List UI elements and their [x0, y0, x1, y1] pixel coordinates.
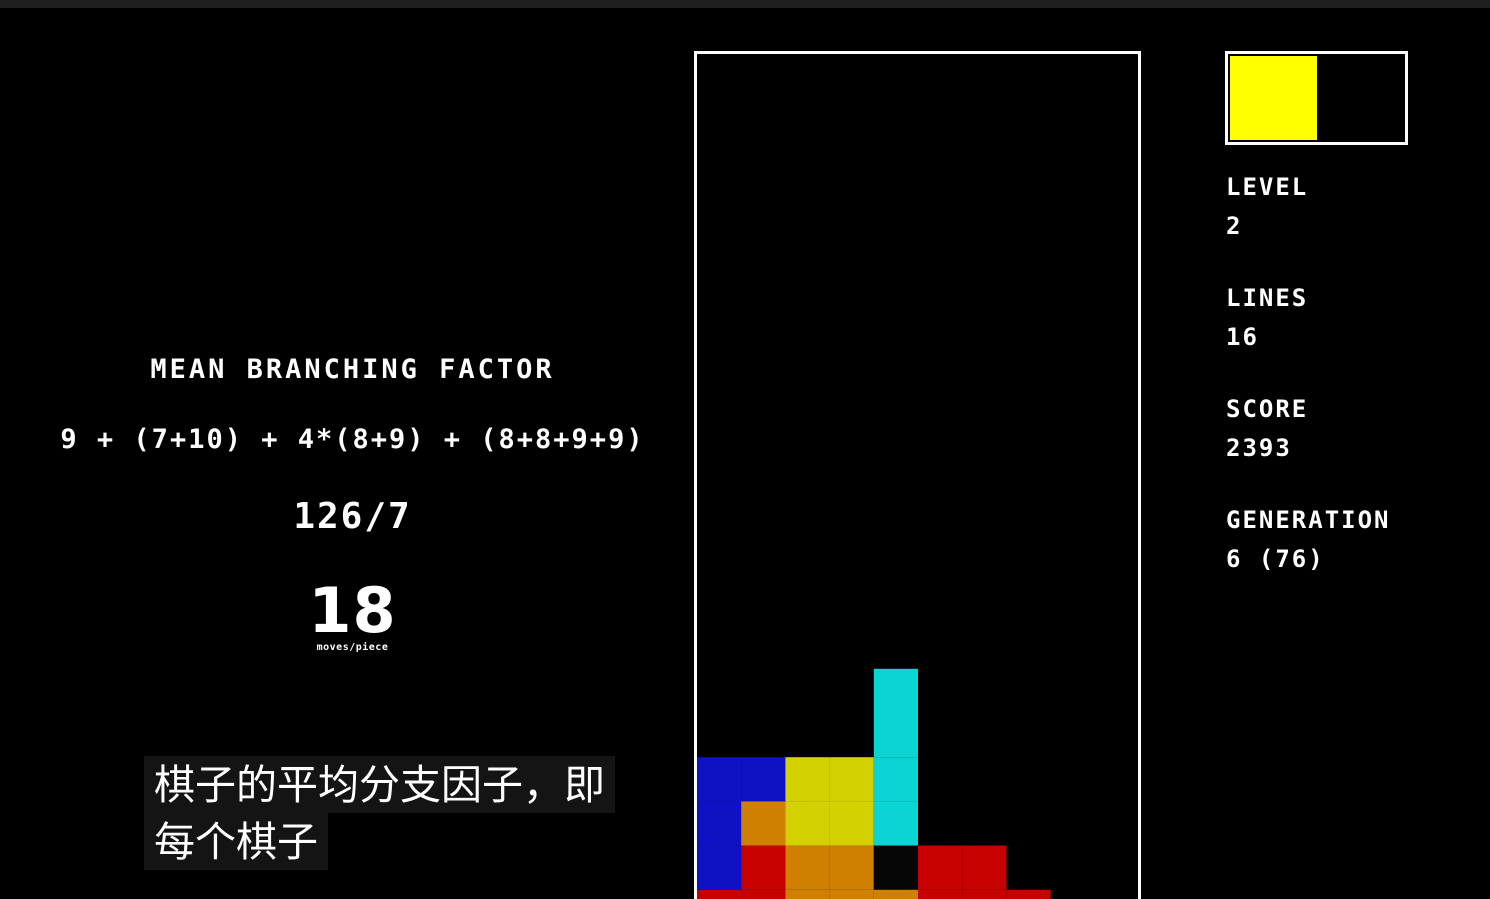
level-value: 2	[1226, 212, 1243, 240]
tetris-board	[694, 51, 1141, 899]
score-value: 2393	[1226, 434, 1292, 462]
board-cell-red	[1006, 889, 1051, 899]
board-cell-cyan	[873, 801, 918, 846]
board-cell-blue	[697, 845, 742, 890]
board-cell-cyan	[873, 757, 918, 802]
board-cell-cyan	[873, 713, 918, 758]
board-cell-orange	[785, 889, 830, 899]
board-cell-yellow	[785, 801, 830, 846]
branching-factor-result: 18	[308, 574, 397, 647]
generation-value: 6 (76)	[1226, 545, 1325, 573]
lines-value: 16	[1226, 323, 1259, 351]
board-cell-orange	[829, 845, 874, 890]
board-cell-red	[962, 845, 1007, 890]
board-cell-yellow	[829, 801, 874, 846]
subtitle-line-1: 棋子的平均分支因子，即	[144, 756, 615, 813]
level-label: LEVEL	[1226, 173, 1309, 201]
board-cell-orange	[741, 801, 786, 846]
branching-factor-title: MEAN BRANCHING FACTOR	[150, 354, 555, 385]
board-cell-blue	[741, 757, 786, 802]
board-cell-red	[962, 889, 1007, 899]
board-cell-red	[741, 845, 786, 890]
board-cell-orange	[785, 845, 830, 890]
subtitle: 棋子的平均分支因子，即 每个棋子	[144, 756, 644, 870]
board-cell-blue	[697, 757, 742, 802]
board-cells	[697, 668, 1051, 899]
board-cell-yellow	[829, 757, 874, 802]
board-cell-cyan	[873, 668, 918, 713]
next-piece-block	[1230, 56, 1317, 140]
score-label: SCORE	[1226, 395, 1309, 423]
generation-label: GENERATION	[1226, 506, 1391, 534]
board-cell-yellow	[785, 757, 830, 802]
board-cell-red	[918, 845, 963, 890]
branching-factor-fraction: 126/7	[293, 496, 412, 537]
board-cell-orange	[873, 889, 918, 899]
game-screen: MEAN BRANCHING FACTOR 9 + (7+10) + 4*(8+…	[0, 0, 1490, 899]
lines-label: LINES	[1226, 284, 1309, 312]
next-piece-box	[1225, 51, 1408, 145]
board-cell-red	[697, 889, 742, 899]
branching-factor-formula: 9 + (7+10) + 4*(8+9) + (8+8+9+9)	[60, 424, 645, 455]
board-cell-red	[918, 889, 963, 899]
subtitle-line-2: 每个棋子	[144, 813, 328, 870]
board-cell-red	[741, 889, 786, 899]
branching-factor-unit: moves/piece	[316, 642, 389, 653]
board-cell-dark	[873, 845, 918, 890]
board-cell-blue	[697, 801, 742, 846]
board-cell-orange	[829, 889, 874, 899]
top-strip	[0, 0, 1490, 8]
